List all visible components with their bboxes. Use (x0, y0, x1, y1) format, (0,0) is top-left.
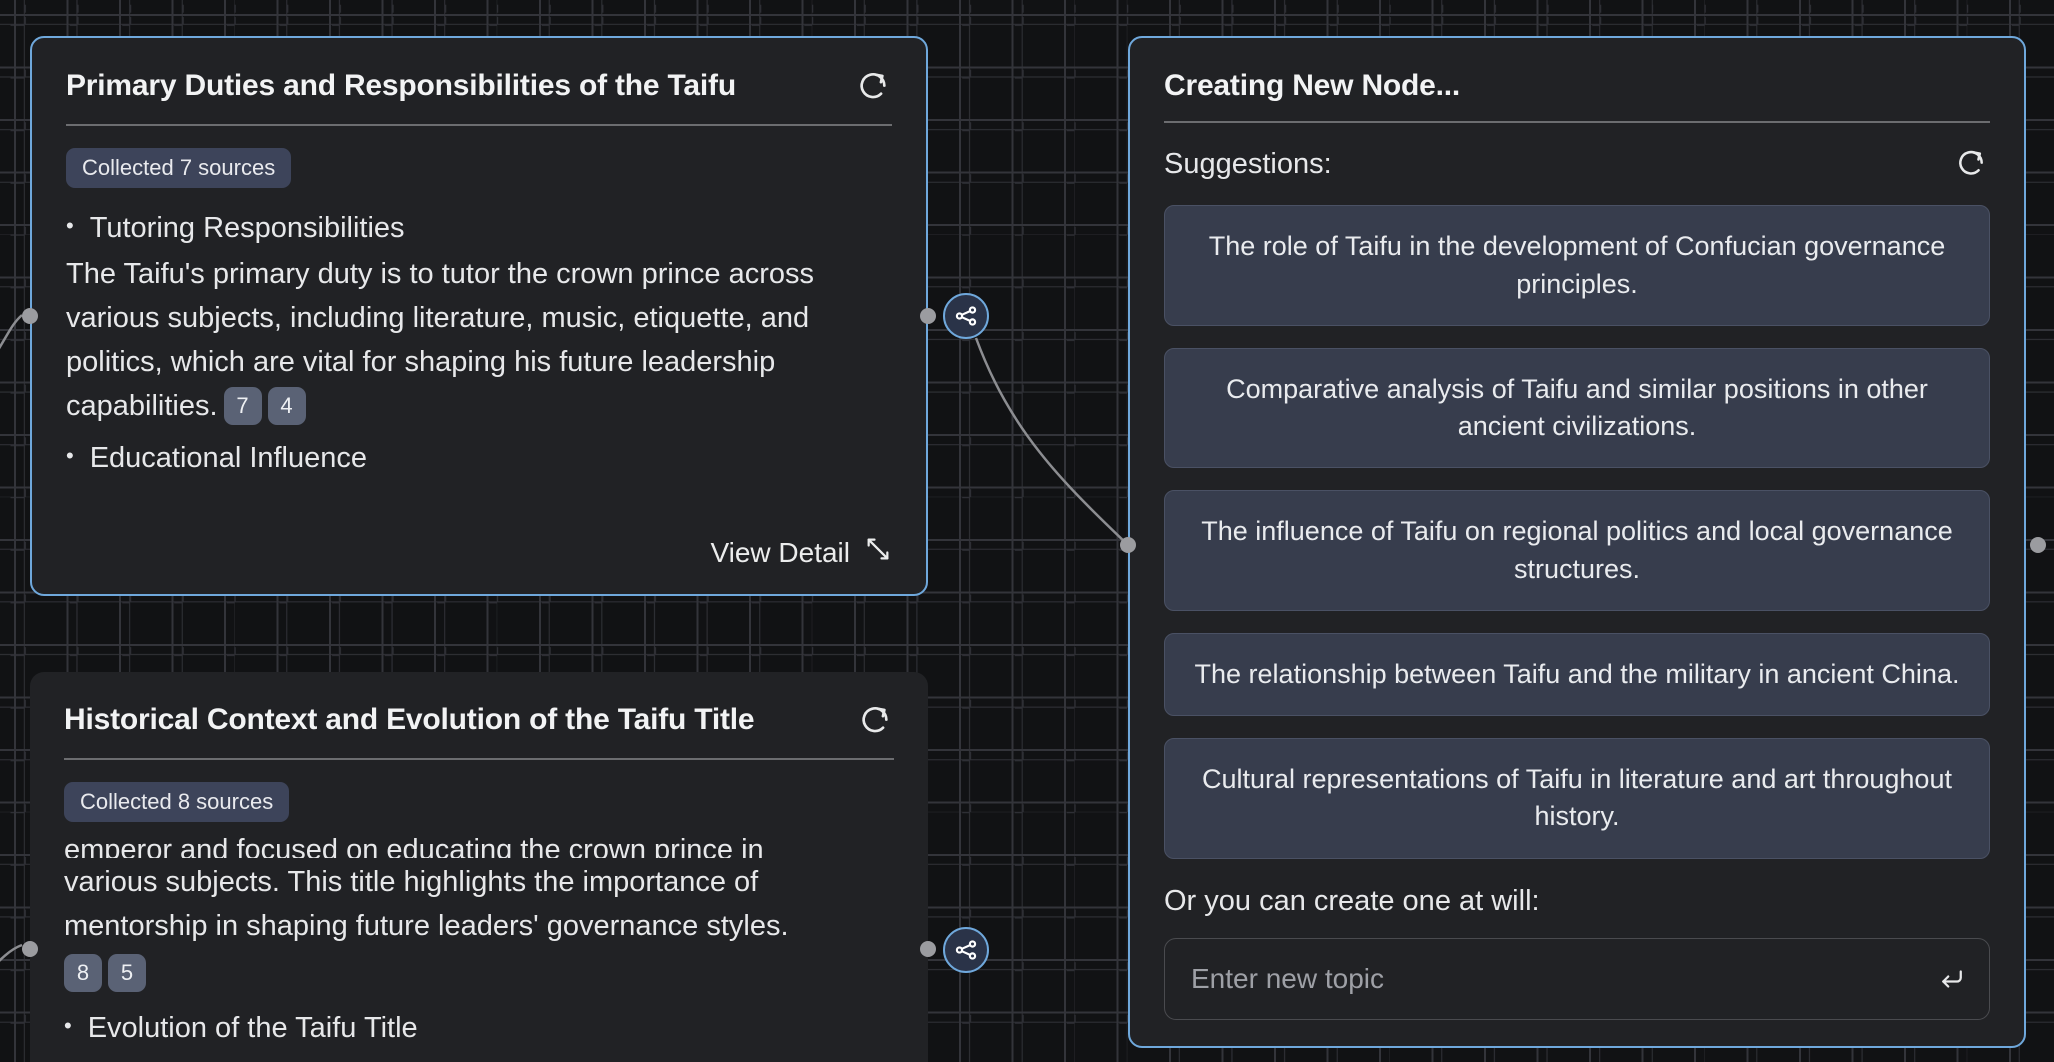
connection-handle-left[interactable] (22, 308, 38, 324)
bullet-item: • Educational Influence (66, 436, 892, 480)
node-paragraph-clipped: emperor and focused on educating the cro… (64, 834, 764, 858)
header-divider (66, 124, 892, 126)
branch-nodes-icon-button[interactable] (943, 927, 989, 973)
refresh-icon[interactable] (854, 68, 892, 106)
new-topic-input[interactable] (1165, 962, 1989, 995)
bullet-dot-icon: • (66, 443, 74, 469)
node-title: Historical Context and Evolution of the … (64, 703, 755, 736)
suggestion-item[interactable]: The influence of Taifu on regional polit… (1164, 490, 1990, 611)
citation-badge[interactable]: 7 (223, 387, 262, 426)
node-header: Historical Context and Evolution of the … (64, 702, 894, 740)
suggestion-item[interactable]: Cultural representations of Taifu in lit… (1164, 738, 1990, 859)
node-card-historical-context[interactable]: Historical Context and Evolution of the … (30, 672, 928, 1062)
header-divider (64, 758, 894, 760)
bullet-text: Educational Influence (89, 442, 368, 475)
suggestion-item[interactable]: Comparative analysis of Taifu and simila… (1164, 347, 1990, 469)
bullet-item: • Evolution of the Taifu Title (64, 1006, 894, 1050)
suggestions-label: Suggestions: (1164, 147, 1332, 180)
connection-handle-left[interactable] (1120, 537, 1136, 553)
node-card-creating-new-node[interactable]: Creating New Node... Suggestions: The ro… (1128, 36, 2026, 1048)
paragraph-text: various subjects. This title highlights … (64, 866, 789, 943)
enter-key-icon[interactable] (1935, 962, 1969, 996)
header-divider (1164, 121, 1990, 124)
refresh-icon[interactable] (1952, 145, 1990, 183)
bullet-dot-icon: • (64, 1013, 72, 1039)
bullet-text: Tutoring Responsibilities (89, 212, 405, 244)
citation-row: 85 (64, 954, 894, 993)
node-card-primary-duties[interactable]: Primary Duties and Responsibilities of t… (30, 36, 928, 596)
connection-handle-right[interactable] (920, 941, 936, 957)
citation-badge[interactable]: 4 (267, 387, 306, 426)
connection-handle-left[interactable] (22, 941, 38, 957)
citation-badge[interactable]: 5 (108, 954, 146, 993)
sources-chip: Collected 7 sources (66, 148, 292, 188)
view-detail-button[interactable]: View Detail (710, 535, 892, 570)
graph-canvas[interactable]: Primary Duties and Responsibilities of t… (0, 0, 2054, 1062)
connection-handle-right[interactable] (2030, 537, 2046, 553)
expand-diagonal-icon (864, 535, 892, 570)
create-own-label: Or you can create one at will: (1164, 884, 1540, 917)
sources-chip: Collected 8 sources (64, 782, 290, 822)
bullet-dot-icon: • (66, 213, 74, 238)
bullet-text: Evolution of the Taifu Title (87, 1012, 418, 1045)
bullet-item: • Tutoring Responsibilities (66, 206, 892, 250)
refresh-icon[interactable] (856, 702, 894, 740)
node-title: Primary Duties and Responsibilities of t… (66, 69, 736, 102)
new-topic-input-wrapper[interactable] (1164, 937, 1990, 1020)
branch-nodes-icon-button[interactable] (943, 293, 989, 339)
view-detail-label: View Detail (710, 536, 850, 568)
connection-handle-right[interactable] (920, 308, 936, 324)
node-paragraph: The Taifu's primary duty is to tutor the… (66, 252, 892, 428)
citation-badge[interactable]: 8 (64, 954, 102, 993)
panel-title: Creating New Node... (1164, 69, 1461, 102)
suggestion-item[interactable]: The relationship between Taifu and the m… (1164, 632, 1990, 717)
node-paragraph: various subjects. This title highlights … (64, 860, 894, 948)
suggestions-header: Suggestions: (1164, 145, 1990, 183)
node-header: Primary Duties and Responsibilities of t… (66, 68, 892, 106)
paragraph-text: The Taifu's primary duty is to tutor the… (66, 258, 815, 423)
suggestion-item[interactable]: The role of Taifu in the development of … (1164, 205, 1990, 326)
